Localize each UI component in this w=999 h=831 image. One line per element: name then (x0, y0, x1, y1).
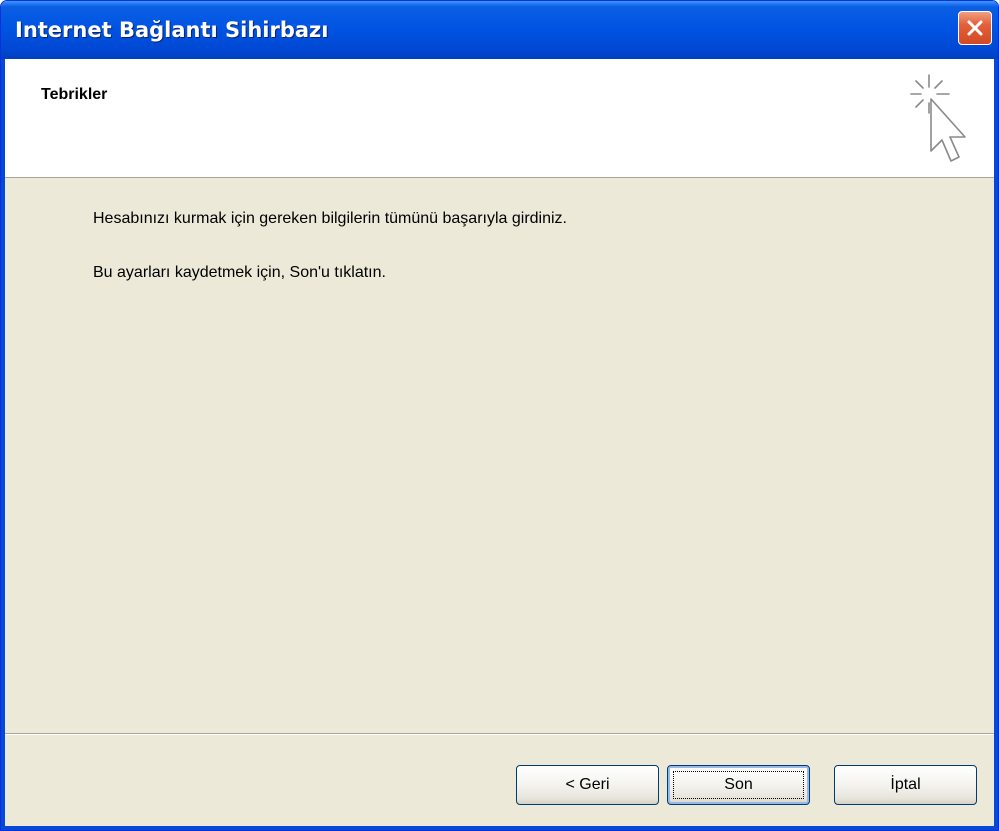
wizard-header: Tebrikler (5, 59, 994, 178)
wizard-cursor-icon (910, 74, 966, 162)
page-title: Tebrikler (41, 86, 108, 103)
close-button[interactable] (958, 11, 992, 45)
wizard-content: Hesabınızı kurmak için gereken bilgileri… (5, 178, 994, 733)
window-border-bottom (1, 826, 998, 830)
title-bar[interactable]: Internet Bağlantı Sihirbazı (1, 1, 998, 59)
close-icon (967, 20, 983, 36)
wizard-window: Internet Bağlantı Sihirbazı Tebrikler He… (0, 0, 999, 831)
success-message: Hesabınızı kurmak için gereken bilgileri… (93, 210, 567, 227)
footer-divider (5, 733, 994, 735)
cancel-button[interactable]: İptal (834, 765, 977, 805)
finish-button[interactable]: Son (667, 765, 810, 805)
finish-instruction: Bu ayarları kaydetmek için, Son'u tıklat… (93, 264, 386, 281)
window-title: Internet Bağlantı Sihirbazı (15, 18, 329, 42)
window-border-right (994, 59, 998, 830)
back-button[interactable]: < Geri (516, 765, 659, 805)
focus-rectangle (673, 771, 804, 799)
